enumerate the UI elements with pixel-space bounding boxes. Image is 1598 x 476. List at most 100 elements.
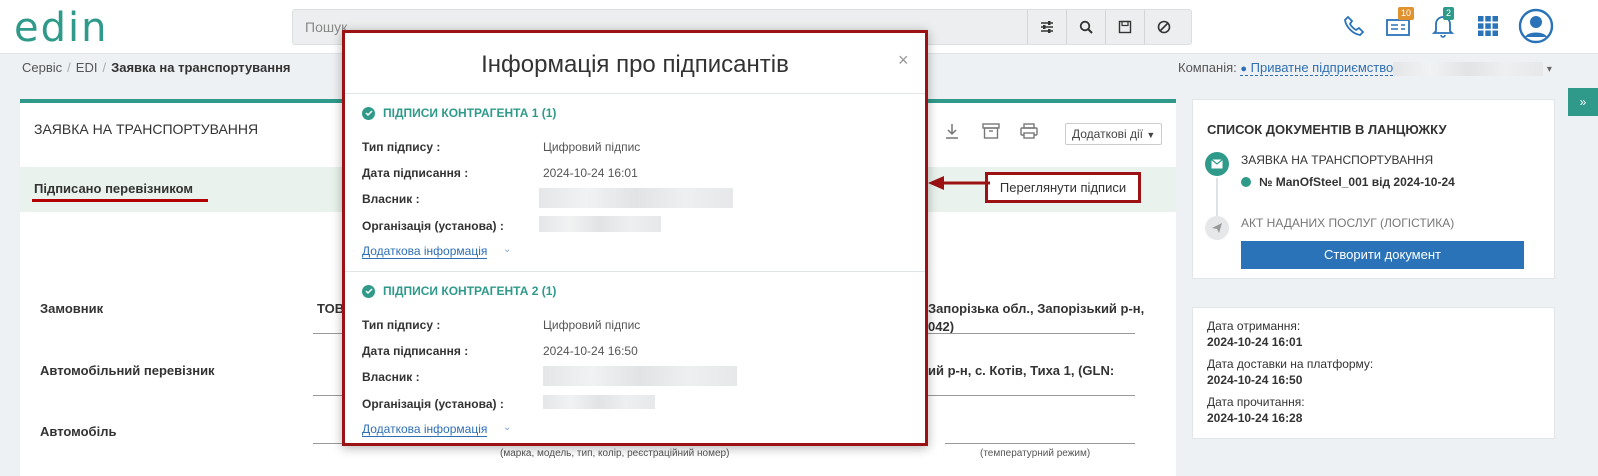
additional-info-link[interactable]: Додаткова інформація: [362, 422, 488, 437]
received-value: 2024-10-24 16:01: [1207, 335, 1303, 349]
create-document-button[interactable]: Створити документ: [1241, 241, 1524, 269]
breadcrumb-service[interactable]: Сервіс: [22, 60, 62, 75]
dates-panel: Дата отримання: 2024-10-24 16:01 Дата до…: [1192, 307, 1555, 439]
chevron-down-icon[interactable]: ⌄: [503, 244, 511, 255]
field-customer-address-2: 042): [928, 319, 955, 334]
user-avatar-icon[interactable]: [1516, 6, 1556, 46]
status-text: Підписано перевізником: [34, 181, 193, 196]
signer-section-1-title: ПІДПИСИ КОНТРАГЕНТА 1 (1): [383, 106, 557, 120]
clear-search-button[interactable]: [1144, 10, 1183, 44]
breadcrumb: Сервіс / EDI / Заявка на транспортування: [22, 60, 291, 75]
signing-date-value: 2024-10-24 16:01: [543, 166, 638, 180]
organization-label: Організація (установа) :: [362, 219, 504, 233]
divider: [313, 333, 343, 334]
organization-redacted: [539, 216, 661, 232]
chain-panel: СПИСОК ДОКУМЕНТІВ В ЛАНЦЮЖКУ ЗАЯВКА НА Т…: [1192, 99, 1555, 279]
chain-doc1-number[interactable]: № ManOfSteel_001 від 2024-10-24: [1259, 175, 1455, 189]
chain-title: СПИСОК ДОКУМЕНТІВ В ЛАНЦЮЖКУ: [1207, 122, 1447, 137]
print-icon[interactable]: [1020, 123, 1038, 139]
caret-down-icon: ▼: [1146, 130, 1156, 140]
edin-logo[interactable]: edin: [14, 8, 108, 48]
field-vehicle-label: Автомобіль: [40, 424, 117, 439]
save-icon: [1118, 20, 1132, 34]
signature-type-label: Тип підпису :: [362, 140, 441, 154]
breadcrumb-current: Заявка на транспортування: [111, 60, 291, 75]
company-link[interactable]: ● Приватне підприємство: [1240, 60, 1544, 76]
more-actions-dropdown[interactable]: Додаткові дії ▼: [1065, 123, 1163, 145]
close-icon[interactable]: ×: [898, 51, 909, 69]
signing-date-label: Дата підписання :: [362, 166, 469, 180]
user-icon: ●: [1240, 63, 1248, 75]
field-customer-label: Замовник: [40, 301, 104, 316]
field-customer-address: Запорізька обл., Запорізький р-н,: [928, 301, 1145, 316]
delivered-value: 2024-10-24 16:50: [1207, 373, 1303, 387]
divider: [945, 443, 1135, 444]
signer-section-2-title: ПІДПИСИ КОНТРАГЕНТА 2 (1): [383, 284, 557, 298]
download-icon[interactable]: [944, 123, 960, 139]
save-search-button[interactable]: [1105, 10, 1144, 44]
organization-label: Організація (установа) :: [362, 397, 504, 411]
vehicle-note: (марка, модель, тип, колір, реєстраційни…: [500, 448, 730, 459]
owner-redacted: [543, 366, 737, 386]
breadcrumb-edi[interactable]: EDI: [76, 60, 98, 75]
company-selector[interactable]: Компанія: ● Приватне підприємство ▾: [1178, 60, 1552, 76]
divider: [925, 395, 1135, 396]
chain-doc1-title[interactable]: ЗАЯВКА НА ТРАНСПОРТУВАННЯ: [1241, 153, 1433, 167]
status-dot-icon: [1241, 177, 1251, 187]
view-signatures-button[interactable]: Переглянути підписи: [985, 172, 1141, 203]
modal-title: Інформація про підписантів: [481, 51, 789, 78]
field-carrier-label: Автомобільний перевізник: [40, 363, 215, 378]
ban-icon: [1157, 20, 1171, 34]
sliders-icon: [1041, 21, 1053, 33]
delivered-label: Дата доставки на платформу:: [1207, 357, 1374, 371]
temperature-note: (температурний режим): [980, 448, 1091, 459]
chain-connector: [1216, 178, 1218, 216]
company-name: Приватне підприємство: [1250, 60, 1394, 75]
status-highlight-underline: [32, 199, 208, 202]
chevron-down-icon[interactable]: ⌄: [503, 422, 511, 433]
signing-date-value: 2024-10-24 16:50: [543, 344, 638, 358]
chevron-down-icon[interactable]: ▾: [1547, 64, 1552, 75]
search-input[interactable]: Пошук: [305, 19, 347, 35]
bell-icon[interactable]: 2: [1425, 7, 1461, 44]
apps-grid-icon[interactable]: [1470, 8, 1506, 44]
additional-info-link[interactable]: Додаткова інформація: [362, 244, 488, 259]
signature-type-label: Тип підпису :: [362, 318, 441, 332]
field-customer-value: ТОВ: [317, 301, 345, 316]
page-title: ЗАЯВКА НА ТРАНСПОРТУВАННЯ: [34, 121, 259, 137]
archive-icon[interactable]: [982, 123, 1000, 139]
send-icon: [1205, 216, 1229, 240]
documents-icon[interactable]: 10: [1380, 7, 1416, 44]
envelope-icon: [1205, 152, 1229, 176]
chain-doc2-title: АКТ НАДАНИХ ПОСЛУГ (ЛОГІСТИКА): [1241, 216, 1455, 230]
documents-badge: 10: [1398, 7, 1415, 20]
read-label: Дата прочитання:: [1207, 395, 1305, 409]
divider: [313, 395, 343, 396]
check-circle-icon: [362, 106, 375, 120]
received-label: Дата отримання:: [1207, 319, 1301, 333]
notifications-badge: 2: [1443, 7, 1455, 20]
read-value: 2024-10-24 16:28: [1207, 411, 1303, 425]
company-name-redacted: [1393, 61, 1544, 76]
expand-sidebar-button[interactable]: »: [1568, 88, 1598, 116]
search-button[interactable]: [1066, 10, 1105, 44]
signature-type-value: Цифровий підпис: [543, 318, 641, 332]
filter-button[interactable]: [1027, 10, 1066, 44]
field-carrier-value: ий р-н, с. Котів, Тиха 1, (GLN:: [928, 363, 1115, 378]
highlight-arrow-icon: [928, 176, 990, 190]
organization-redacted: [543, 395, 655, 409]
check-circle-icon: [362, 284, 375, 298]
signature-type-value: Цифровий підпис: [543, 140, 641, 154]
phone-icon[interactable]: [1336, 8, 1372, 44]
owner-label: Власник :: [362, 370, 420, 384]
owner-redacted: [539, 188, 733, 208]
signing-date-label: Дата підписання :: [362, 344, 469, 358]
owner-label: Власник :: [362, 192, 420, 206]
divider: [313, 443, 343, 444]
signers-info-modal: Інформація про підписантів × ПІДПИСИ КОН…: [342, 30, 928, 446]
company-label: Компанія:: [1178, 60, 1237, 75]
search-icon: [1079, 20, 1093, 34]
divider: [925, 333, 1135, 334]
signer-section-1-header: ПІДПИСИ КОНТРАГЕНТА 1 (1): [362, 106, 556, 120]
signer-section-2-header: ПІДПИСИ КОНТРАГЕНТА 2 (1): [362, 284, 556, 298]
